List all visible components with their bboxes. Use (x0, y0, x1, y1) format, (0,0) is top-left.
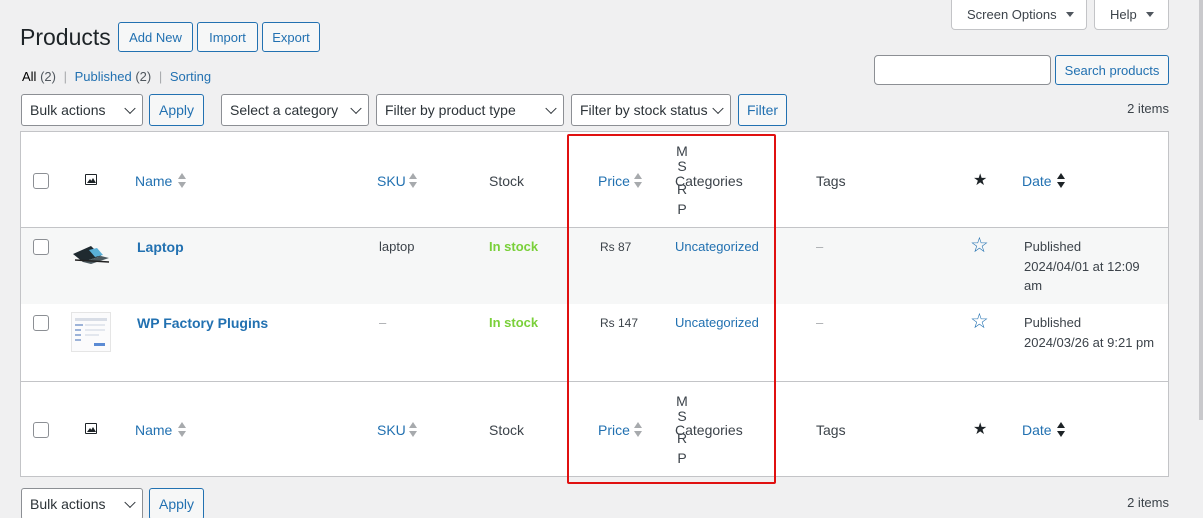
row-checkbox[interactable] (33, 315, 49, 331)
items-count: 2 items (1127, 101, 1169, 116)
featured-star-icon[interactable]: ★ (973, 170, 987, 190)
apply-button-bottom[interactable]: Apply (149, 488, 204, 518)
filter-all-count: (2) (40, 69, 56, 84)
caret-down-icon (1145, 12, 1154, 17)
product-sku: laptop (379, 239, 415, 254)
add-new-button[interactable]: Add New (118, 22, 193, 52)
bulk-actions-value: Bulk actions (30, 102, 106, 118)
column-tags: Tags (816, 173, 846, 189)
date-status: Published (1024, 239, 1082, 254)
column-tags: Tags (816, 422, 846, 438)
caret-down-icon (1065, 12, 1074, 17)
select-all-checkbox[interactable] (33, 173, 49, 189)
category-value: Select a category (230, 102, 339, 118)
page-title: Products (20, 24, 111, 50)
sort-icon[interactable] (178, 422, 186, 438)
apply-button[interactable]: Apply (149, 94, 204, 126)
highlight-annotation-box (567, 134, 776, 484)
help-tab[interactable]: Help (1094, 0, 1169, 30)
import-button[interactable]: Import (197, 22, 258, 52)
image-icon (85, 423, 97, 434)
bulk-actions-select[interactable]: Bulk actions (21, 94, 143, 126)
image-icon (85, 174, 97, 185)
separator: | (158, 69, 163, 84)
status-filter-links: All (2) | Published (2) | Sorting (22, 69, 211, 84)
stock-status-value: Filter by stock status (580, 102, 708, 118)
column-name[interactable]: Name (135, 422, 172, 438)
bulk-actions-value: Bulk actions (30, 496, 106, 512)
filter-button[interactable]: Filter (738, 94, 787, 126)
sort-icon[interactable] (1057, 422, 1065, 438)
sort-icon[interactable] (409, 173, 417, 189)
tags-value: – (816, 315, 824, 330)
star-outline-icon[interactable]: ☆ (970, 309, 989, 334)
product-sku: – (379, 315, 387, 330)
scrollbar-track[interactable] (1199, 0, 1203, 420)
sort-icon[interactable] (409, 422, 417, 438)
featured-star-icon[interactable]: ★ (973, 419, 987, 439)
stock-status: In stock (489, 315, 539, 330)
items-count-bottom: 2 items (1127, 495, 1169, 510)
column-stock: Stock (489, 422, 525, 438)
filter-all-link[interactable]: All (22, 69, 36, 84)
help-label: Help (1110, 7, 1137, 22)
tags-value: – (816, 239, 824, 254)
stock-status: In stock (489, 239, 539, 254)
product-type-value: Filter by product type (385, 102, 516, 118)
chevron-down-icon (350, 102, 362, 115)
filter-published-count: (2) (135, 69, 152, 84)
chevron-down-icon (545, 102, 557, 115)
chevron-down-icon (124, 496, 136, 509)
column-name[interactable]: Name (135, 173, 172, 189)
screen-options-label: Screen Options (967, 7, 1057, 22)
date-value-cont: am (1024, 278, 1043, 293)
column-sku[interactable]: SKU (377, 422, 406, 438)
sort-icon[interactable] (178, 173, 186, 189)
product-name-link[interactable]: WP Factory Plugins (137, 315, 268, 331)
row-checkbox[interactable] (33, 239, 49, 255)
bulk-actions-select-bottom[interactable]: Bulk actions (21, 488, 143, 518)
category-select[interactable]: Select a category (221, 94, 369, 126)
stock-status-select[interactable]: Filter by stock status (571, 94, 731, 126)
date-value: 2024/04/01 at 12:09 (1024, 259, 1140, 274)
chevron-down-icon (124, 102, 136, 115)
column-sku[interactable]: SKU (377, 173, 406, 189)
search-products-button[interactable]: Search products (1055, 55, 1169, 85)
separator: | (63, 69, 67, 84)
product-type-select[interactable]: Filter by product type (376, 94, 564, 126)
sort-icon[interactable] (1057, 173, 1065, 189)
screen-options-tab[interactable]: Screen Options (951, 0, 1087, 30)
star-outline-icon[interactable]: ☆ (970, 233, 989, 258)
chevron-down-icon (712, 102, 724, 115)
product-name-link[interactable]: Laptop (137, 239, 184, 255)
search-input[interactable] (874, 55, 1051, 85)
select-all-checkbox[interactable] (33, 422, 49, 438)
column-date[interactable]: Date (1022, 173, 1052, 189)
column-date[interactable]: Date (1022, 422, 1052, 438)
filter-published-link[interactable]: Published (75, 69, 132, 84)
product-thumbnail[interactable] (71, 312, 111, 352)
product-thumbnail[interactable] (71, 242, 111, 266)
date-value: 2024/03/26 at 9:21 pm (1024, 335, 1155, 350)
column-stock: Stock (489, 173, 525, 189)
sorting-link[interactable]: Sorting (170, 69, 211, 84)
date-status: Published (1024, 315, 1082, 330)
export-button[interactable]: Export (262, 22, 320, 52)
